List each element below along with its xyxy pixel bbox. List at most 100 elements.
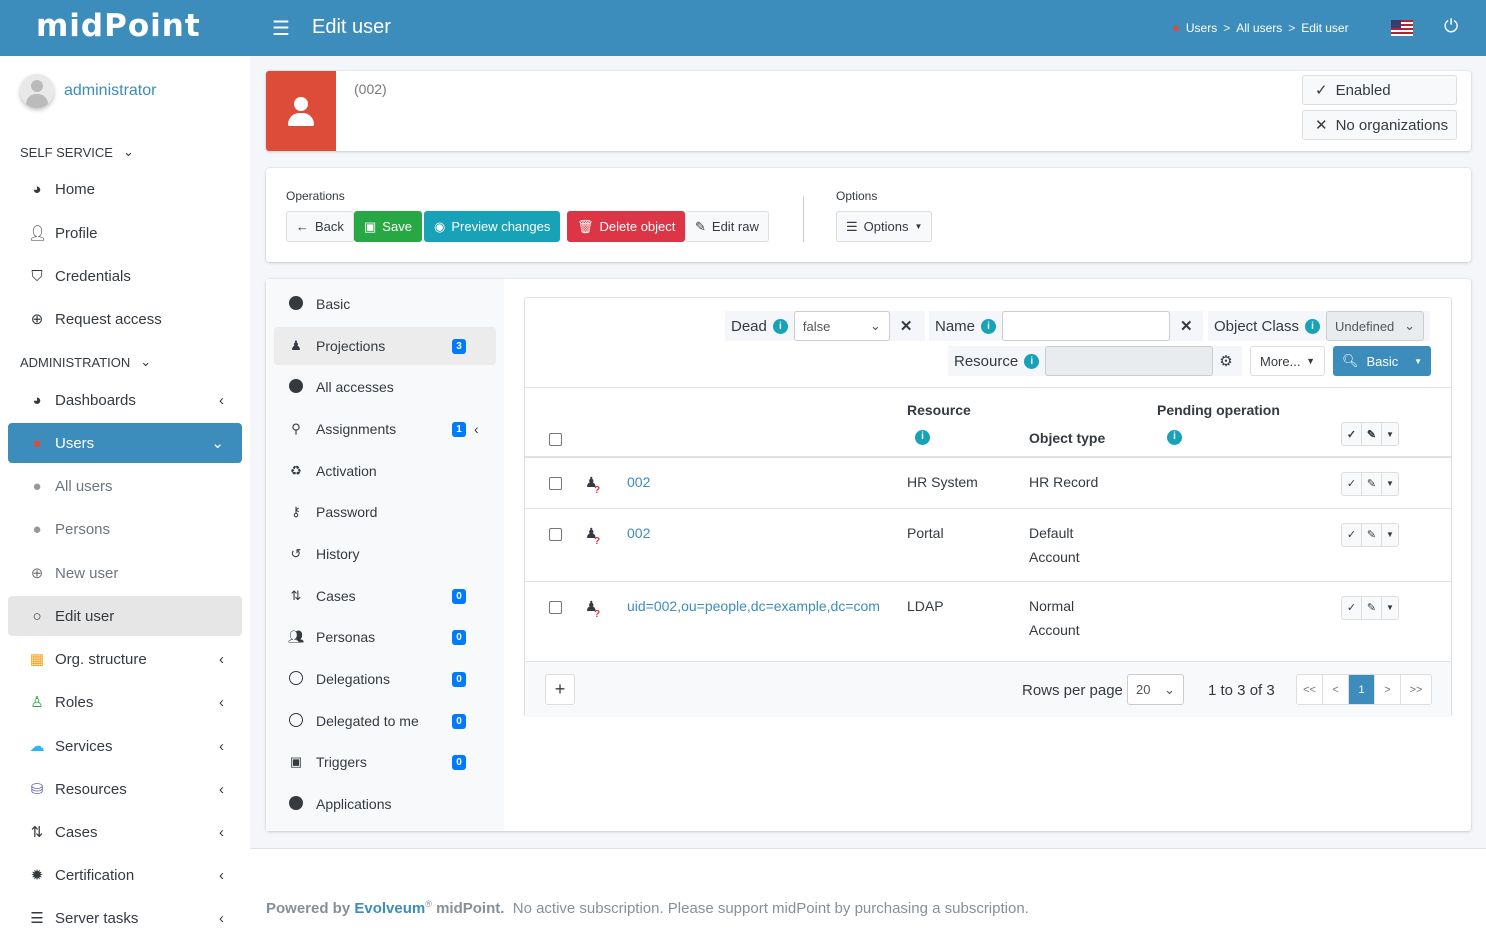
projection-name-link[interactable]: 002 [627,474,650,490]
column-header-object-type[interactable]: Object type [1029,430,1105,446]
column-header-pending-operation[interactable]: Pending operation [1157,402,1280,418]
cases-icon: ⇅ [290,588,302,603]
tab-personas[interactable]: 👥︎ Personas 0 [274,618,496,656]
edit-icon[interactable]: ✎ [1362,473,1382,495]
tab-history[interactable]: ↺ History [274,535,496,573]
delete-object-button[interactable]: 🗑︎ Delete object [567,211,686,242]
info-icon[interactable]: i [1305,318,1321,334]
info-icon[interactable]: i [772,318,788,334]
name-input[interactable] [1002,311,1171,341]
dead-select[interactable]: false ⌄ [793,311,890,341]
clear-filter-icon[interactable]: ✕ [896,317,917,335]
sidebar-item-credentials[interactable]: ⛉ Credentials [8,256,242,296]
info-icon[interactable]: i [1167,429,1182,445]
midpoint-logo[interactable]: midPoint [36,8,201,44]
tab-delegated-to-me[interactable]: Delegated to me 0 [274,702,496,740]
power-icon[interactable]: ⏻ [1444,16,1458,37]
select-all-checkbox[interactable] [549,432,562,446]
projection-name-link[interactable]: uid=002,ou=people,dc=example,dc=com [627,594,887,618]
column-header-resource[interactable]: Resource [907,402,971,418]
pagination: << < 1 > >> [1296,674,1432,705]
options-dropdown-button[interactable]: ☰ Options ▼ [836,211,933,242]
dot-icon [288,378,304,396]
row-checkbox[interactable] [549,476,562,490]
sidebar-item-profile[interactable]: 👤︎ Profile [8,213,242,253]
caret-down-icon[interactable]: ▼ [1414,357,1422,366]
tab-delegations[interactable]: Delegations 0 [274,660,496,698]
resource-input[interactable] [1045,346,1214,376]
last-page-button[interactable]: >> [1401,675,1431,704]
edit-icon[interactable]: ✎ [1362,423,1382,445]
info-icon[interactable]: i [981,318,997,334]
tab-triggers[interactable]: ▣ Triggers 0 [274,743,496,781]
sidebar-item-persons[interactable]: ● Persons [8,509,242,549]
sidebar-item-new-user[interactable]: ⊕ New user [8,553,242,593]
clear-filter-icon[interactable]: ✕ [1176,317,1197,335]
breadcrumb-all-users[interactable]: All users [1236,21,1282,35]
main-card: Basic ♟ Projections 3 All accesses ⚲ Assign… [266,279,1471,831]
breadcrumb-users[interactable]: Users [1186,21,1217,35]
edit-icon[interactable]: ✎ [1362,524,1382,546]
menu-toggle-icon[interactable]: ☰ [272,16,290,41]
sidebar-item-services[interactable]: ☁ Services ‹ [8,726,242,766]
sidebar-item-server-tasks[interactable]: ☰ Server tasks ‹ [8,898,242,938]
tab-all-accesses[interactable]: All accesses [274,368,496,406]
caret-down-icon[interactable]: ▼ [1382,597,1398,619]
section-self-service[interactable]: SELF SERVICE ⌄ [20,144,134,160]
sidebar-item-dashboards[interactable]: ◕ Dashboards ‹ [8,380,242,420]
object-class-select[interactable]: Undefined ⌄ [1326,311,1424,341]
row-checkbox[interactable] [549,527,562,541]
sidebar-item-cases[interactable]: ⇅ Cases ‹ [8,812,242,852]
user-panel[interactable]: administrator [20,74,156,108]
page-1-button[interactable]: 1 [1349,675,1375,704]
sidebar-item-users[interactable]: ● Users ⌄ [8,423,242,463]
rows-per-page-select[interactable]: 20 ⌄ [1127,674,1184,705]
more-filters-button[interactable]: More... ▼ [1250,346,1325,376]
check-icon[interactable]: ✓ [1342,597,1362,619]
sidebar-item-edit-user[interactable]: ○ Edit user [8,596,242,636]
username-link[interactable]: administrator [64,82,156,100]
tab-password[interactable]: ⚷ Password [274,493,496,531]
tab-cases[interactable]: ⇅ Cases 0 [274,577,496,615]
evolveum-link[interactable]: Evolveum [354,900,425,917]
filter-label: Resource [954,352,1019,370]
us-flag-icon[interactable] [1391,20,1413,36]
tab-assignments[interactable]: ⚲ Assignments 1 ‹ [274,410,496,448]
sidebar-item-org-structure[interactable]: ▦ Org. structure ‹ [8,639,242,679]
caret-down-icon[interactable]: ▼ [1382,473,1398,495]
sidebar-item-request-access[interactable]: ⊕ Request access [8,299,242,339]
check-icon[interactable]: ✓ [1342,524,1362,546]
sidebar-item-certification[interactable]: ✹ Certification ‹ [8,855,242,895]
edit-icon[interactable]: ✎ [1362,597,1382,619]
search-button[interactable]: 🔍︎ Basic ▼ [1333,346,1431,376]
tab-applications[interactable]: Applications [274,785,496,823]
sidebar-item-resources[interactable]: ⛁ Resources ‹ [8,769,242,809]
caret-down-icon[interactable]: ▼ [1382,423,1398,445]
caret-down-icon[interactable]: ▼ [1382,524,1398,546]
chevron-down-icon: ⌄ [1164,681,1175,697]
check-icon[interactable]: ✓ [1342,473,1362,495]
section-administration[interactable]: ADMINISTRATION ⌄ [20,354,151,370]
edit-raw-button[interactable]: ✎ Edit raw [685,211,769,242]
check-icon[interactable]: ✓ [1342,423,1362,445]
first-page-button[interactable]: << [1297,675,1323,704]
sidebar-item-all-users[interactable]: ● All users [8,466,242,506]
sidebar-item-roles[interactable]: ♙ Roles ‹ [8,682,242,722]
gear-icon[interactable]: ⚙ [1219,352,1232,370]
chevron-left-icon: ‹ [219,780,224,798]
prev-page-button[interactable]: < [1323,675,1349,704]
tab-activation[interactable]: ♻ Activation [274,452,496,490]
save-button[interactable]: ▣ Save [354,211,422,242]
tab-basic[interactable]: Basic [274,285,496,323]
preview-changes-button[interactable]: ◉ Preview changes [424,211,561,242]
info-icon[interactable]: i [1024,353,1040,369]
info-icon[interactable]: i [915,429,930,445]
projection-name-link[interactable]: 002 [627,525,650,541]
next-page-button[interactable]: > [1375,675,1401,704]
add-projection-button[interactable]: + [545,674,575,705]
sidebar-item-home[interactable]: ◕ Home [8,169,242,209]
tab-projections[interactable]: ♟ Projections 3 [274,327,496,365]
row-checkbox[interactable] [549,600,562,614]
back-button[interactable]: ← Back [286,211,354,242]
projections-panel: Dead i false ⌄ ✕ Name i ✕ Object Class i … [524,297,1452,717]
